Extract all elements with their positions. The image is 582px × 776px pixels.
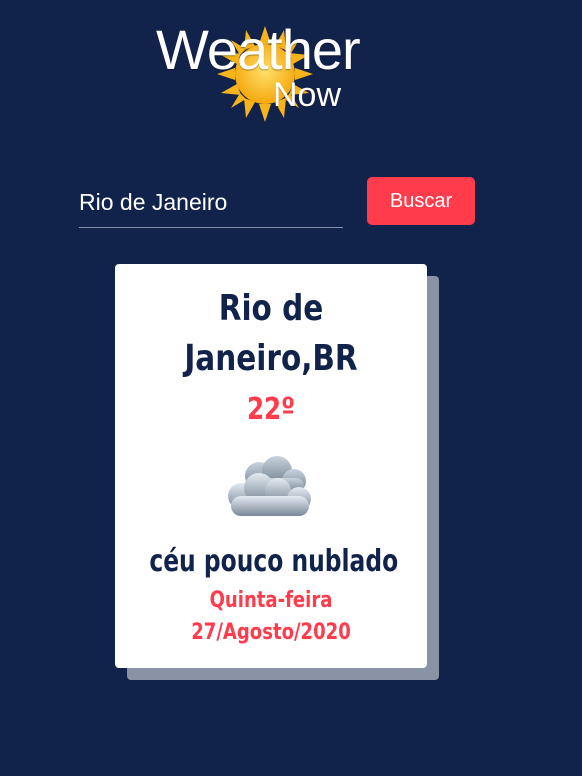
city-name-line1: Rio de — [218, 288, 324, 329]
app-logo: Weather Now — [150, 14, 390, 124]
city-search-input[interactable] — [79, 178, 343, 228]
logo-subtitle: Now — [273, 76, 342, 114]
weather-card: Rio de Janeiro,BR 22º céu pouco nublado … — [115, 264, 427, 668]
weather-description: céu pouco nublado — [149, 544, 399, 579]
city-name: Rio de Janeiro,BR — [143, 284, 399, 384]
temperature: 22º — [246, 392, 296, 427]
cloud-icon — [228, 456, 311, 516]
city-name-line2: Janeiro,BR — [184, 338, 358, 379]
date: 27/Agosto/2020 — [191, 620, 351, 645]
search-button[interactable]: Buscar — [367, 177, 475, 225]
logo-title: Weather — [156, 18, 361, 81]
weekday: Quinta-feira — [209, 588, 333, 613]
